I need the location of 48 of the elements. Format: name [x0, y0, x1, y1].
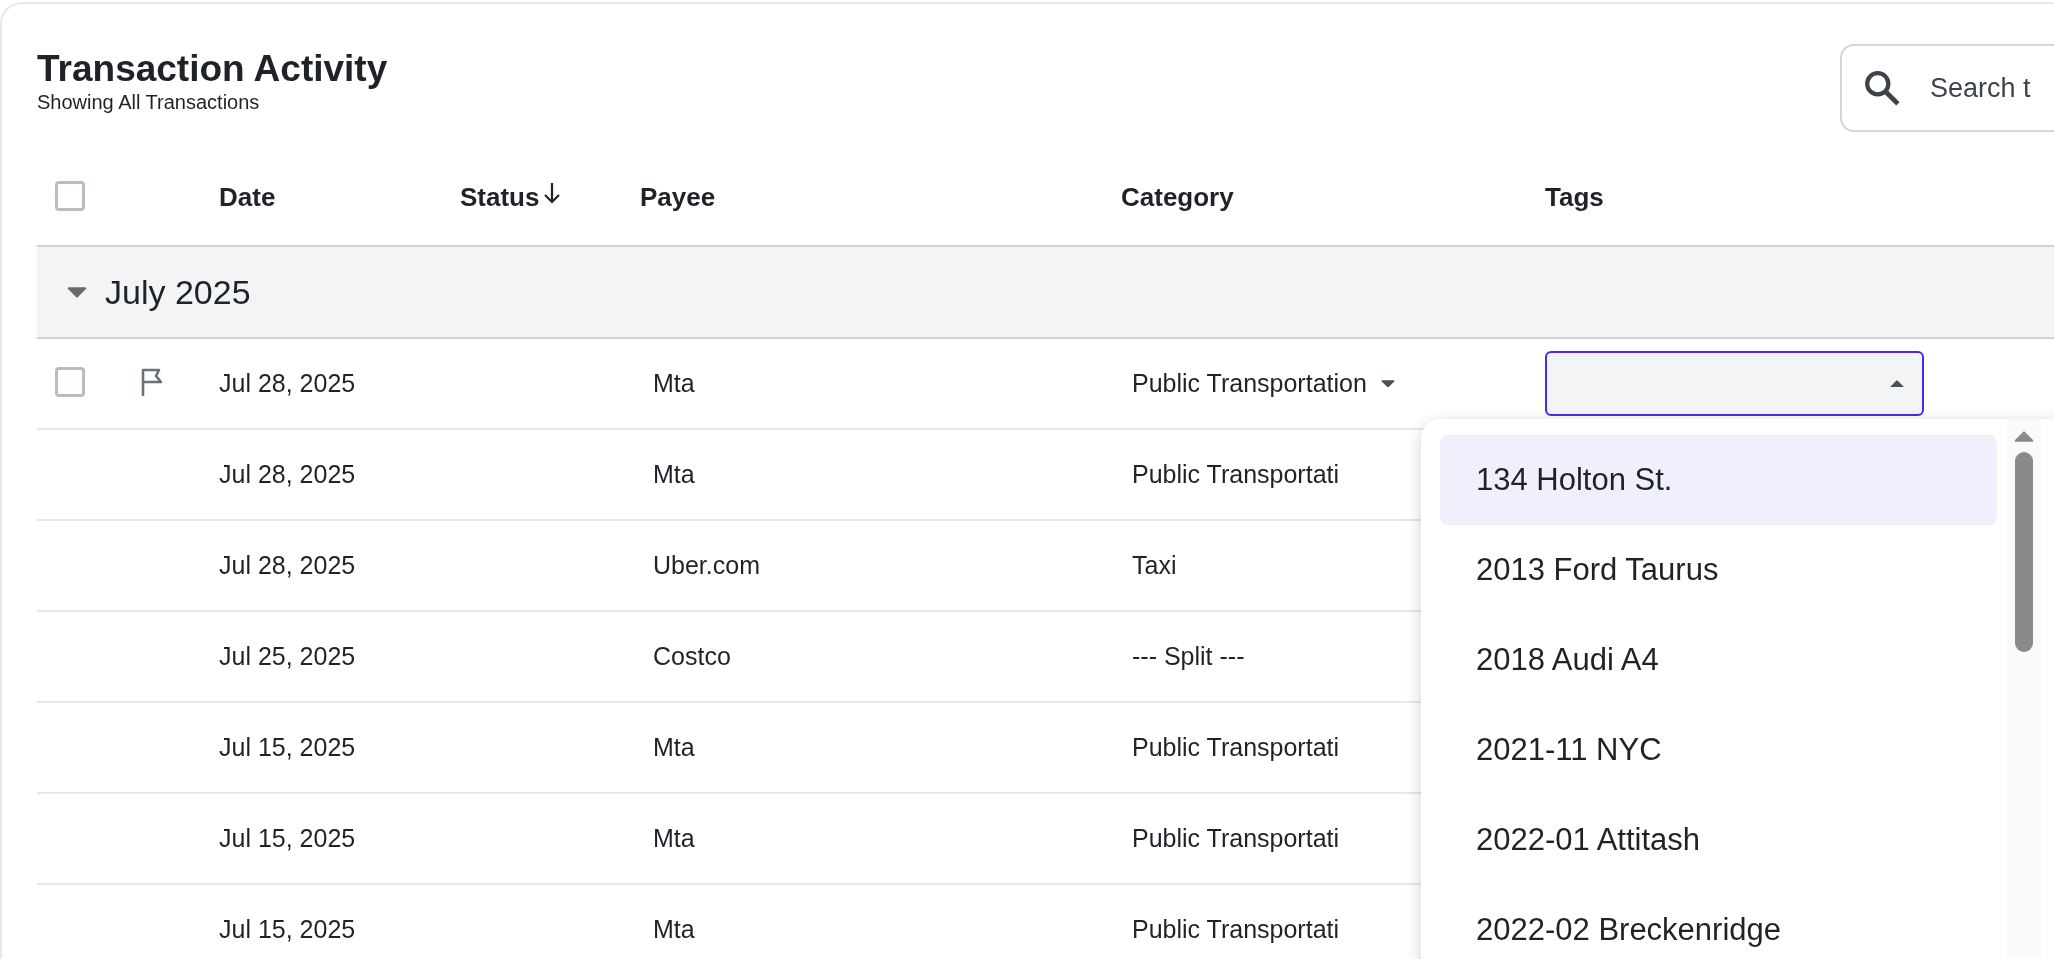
dropdown-option[interactable]: 134 Holton St. [1440, 435, 1997, 525]
page-title: Transaction Activity [37, 49, 388, 89]
payee-cell: Mta [653, 915, 695, 944]
scrollbar[interactable] [2007, 419, 2041, 959]
scroll-up-icon [2014, 431, 2034, 442]
column-header[interactable]: Category [1121, 182, 1545, 213]
payee-cell: Costco [653, 642, 731, 671]
group-label: July 2025 [105, 272, 251, 312]
category-cell: Public Transportati [1132, 460, 1340, 489]
column-header[interactable]: Tags [1545, 182, 2054, 213]
select-all-checkbox[interactable] [55, 180, 85, 211]
checkbox[interactable] [55, 366, 85, 397]
category-cell: --- Split --- [1132, 642, 1245, 671]
category-select[interactable]: Public Transportation [1132, 369, 1395, 398]
group-header[interactable]: July 2025 [37, 247, 2054, 339]
date-cell: Jul 15, 2025 [219, 915, 356, 944]
date-cell: Jul 28, 2025 [219, 369, 356, 398]
caret-down-icon [67, 286, 87, 298]
payee-cell: Mta [653, 369, 695, 398]
category-cell: Public Transportati [1132, 915, 1340, 944]
caret-up-icon [1890, 379, 1904, 388]
dropdown-option[interactable]: 2021-11 NYC [1440, 705, 1997, 795]
payee-cell: Mta [653, 460, 695, 489]
payee-cell: Uber.com [653, 551, 760, 580]
date-cell: Jul 28, 2025 [219, 551, 356, 580]
dropdown-option[interactable]: 2018 Audi A4 [1440, 615, 1997, 705]
column-header[interactable]: Date [219, 182, 460, 213]
category-cell: Public Transportati [1132, 824, 1340, 853]
date-cell: Jul 28, 2025 [219, 460, 356, 489]
search-field[interactable]: Search t [1840, 44, 2054, 132]
dropdown-option[interactable]: 2022-02 Breckenridge [1440, 885, 1997, 959]
category-cell: Public Transportati [1132, 733, 1340, 762]
arrow-down-icon [543, 182, 562, 204]
column-header[interactable]: Payee [640, 182, 1121, 213]
search-icon [1864, 70, 1900, 106]
date-cell: Jul 15, 2025 [219, 733, 356, 762]
category-cell: Taxi [1132, 551, 1177, 580]
dropdown-option[interactable]: 2022-01 Attitash [1440, 795, 1997, 885]
dropdown-option[interactable]: 2013 Ford Taurus [1440, 525, 1997, 615]
column-header[interactable]: Status [460, 182, 640, 213]
page-subtitle: Showing All Transactions [37, 90, 261, 115]
date-cell: Jul 25, 2025 [219, 642, 356, 671]
scrollbar-thumb[interactable] [2015, 452, 2033, 652]
date-cell: Jul 15, 2025 [219, 824, 356, 853]
caret-down-icon [1380, 379, 1395, 388]
payee-cell: Mta [653, 733, 695, 762]
payee-cell: Mta [653, 824, 695, 853]
tags-select[interactable] [1545, 351, 1924, 416]
